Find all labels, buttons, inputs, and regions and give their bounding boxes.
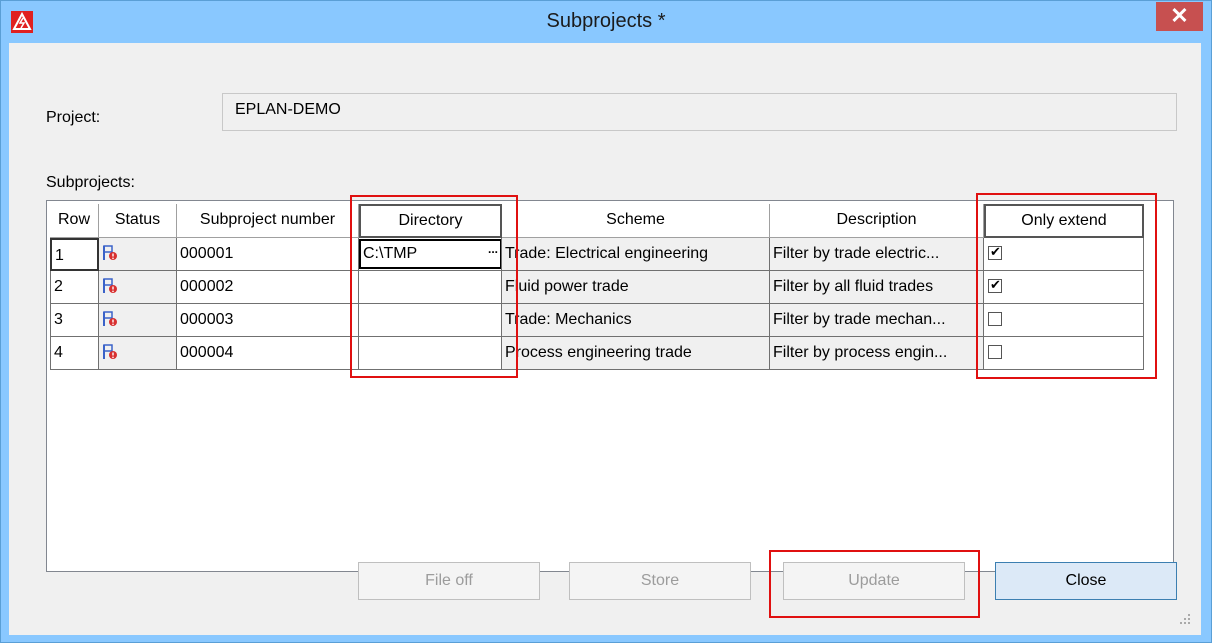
title-bar[interactable]: Subprojects * ✕ [1, 1, 1211, 43]
browse-ellipsis-button[interactable]: ... [488, 242, 498, 256]
subproject-number-cell[interactable]: 000003 [177, 304, 359, 337]
directory-cell[interactable] [359, 271, 502, 304]
scheme-cell[interactable]: Trade: Mechanics [502, 304, 770, 337]
only-extend-cell[interactable] [984, 304, 1144, 337]
subprojects-label: Subprojects: [46, 174, 135, 191]
description-cell[interactable]: Filter by process engin... [770, 337, 984, 370]
directory-cell[interactable] [359, 337, 502, 370]
project-value: EPLAN-DEMO [235, 101, 341, 118]
only-extend-checkbox[interactable] [988, 345, 1002, 359]
row-number[interactable]: 2 [50, 271, 99, 304]
file-off-button[interactable]: File off [358, 562, 540, 600]
status-cell[interactable] [99, 238, 177, 271]
row-number[interactable]: 1 [50, 238, 99, 271]
subproject-status-icon [103, 278, 117, 293]
subprojects-grid[interactable]: Row Status Subproject number Directory S… [46, 200, 1174, 572]
store-button[interactable]: Store [569, 562, 751, 600]
project-label: Project: [46, 109, 101, 126]
status-cell[interactable] [99, 304, 177, 337]
status-cell[interactable] [99, 337, 177, 370]
only-extend-cell[interactable] [984, 337, 1144, 370]
scheme-cell[interactable]: Trade: Electrical engineering [502, 238, 770, 271]
subproject-number-cell[interactable]: 000002 [177, 271, 359, 304]
directory-cell[interactable]: C:\TMP ... [359, 238, 502, 271]
row-number[interactable]: 4 [50, 337, 99, 370]
only-extend-checkbox[interactable]: ✔ [988, 277, 1002, 293]
window-title: Subprojects * [546, 10, 666, 32]
col-header-status[interactable]: Status [99, 204, 177, 238]
row-number[interactable]: 3 [50, 304, 99, 337]
subproject-status-icon [103, 311, 117, 326]
status-cell[interactable] [99, 271, 177, 304]
only-extend-checkbox[interactable] [988, 312, 1002, 326]
directory-value: C:\TMP [363, 245, 418, 262]
subproject-status-icon [103, 344, 117, 359]
only-extend-checkbox[interactable]: ✔ [988, 244, 1002, 260]
close-window-button[interactable]: ✕ [1156, 2, 1203, 31]
directory-editor[interactable]: C:\TMP ... [359, 239, 501, 269]
description-cell[interactable]: Filter by trade mechan... [770, 304, 984, 337]
project-field: EPLAN-DEMO [222, 93, 1177, 131]
resize-grip-icon[interactable] [1179, 613, 1191, 625]
close-button[interactable]: Close [995, 562, 1177, 600]
subproject-number-cell[interactable]: 000001 [177, 238, 359, 271]
only-extend-cell[interactable]: ✔ [984, 238, 1144, 271]
scheme-cell[interactable]: Fluid power trade [502, 271, 770, 304]
col-header-subproject-number[interactable]: Subproject number [177, 204, 359, 238]
col-header-only-extend[interactable]: Only extend [984, 204, 1144, 238]
update-button[interactable]: Update [783, 562, 965, 600]
subproject-number-cell[interactable]: 000004 [177, 337, 359, 370]
close-icon: ✕ [1170, 3, 1189, 28]
col-header-directory[interactable]: Directory [359, 204, 502, 238]
only-extend-cell[interactable]: ✔ [984, 271, 1144, 304]
scheme-cell[interactable]: Process engineering trade [502, 337, 770, 370]
col-header-row[interactable]: Row [50, 204, 99, 238]
description-cell[interactable]: Filter by all fluid trades [770, 271, 984, 304]
description-cell[interactable]: Filter by trade electric... [770, 238, 984, 271]
subproject-status-icon [103, 245, 117, 260]
col-header-description[interactable]: Description [770, 204, 984, 238]
subprojects-dialog: Subprojects * ✕ Project: EPLAN-DEMO Subp… [0, 0, 1212, 643]
col-header-scheme[interactable]: Scheme [502, 204, 770, 238]
directory-cell[interactable] [359, 304, 502, 337]
dialog-body: Project: EPLAN-DEMO Subprojects: Row Sta… [9, 43, 1201, 635]
